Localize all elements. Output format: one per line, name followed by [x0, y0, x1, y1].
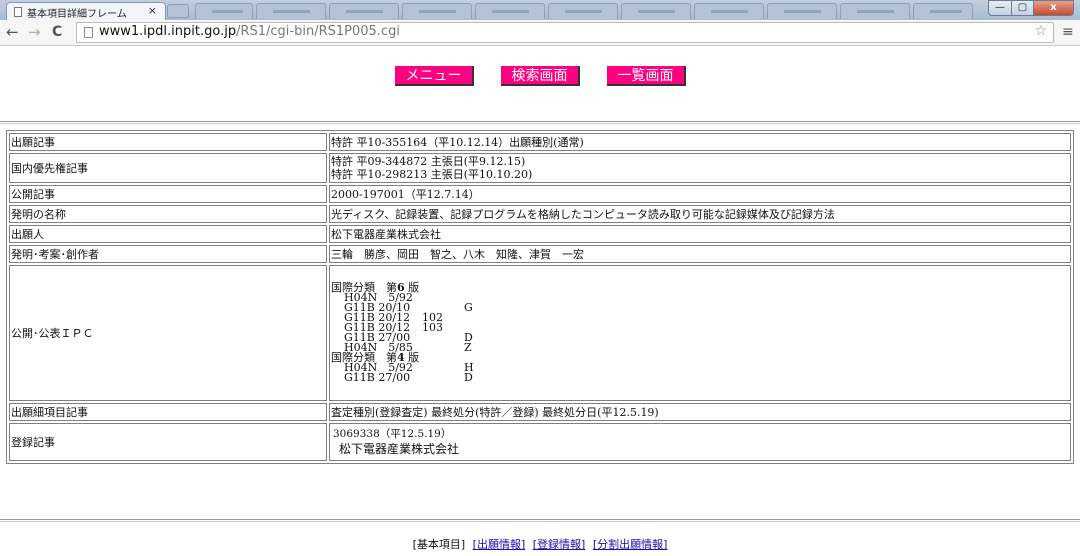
table-row: 公開･公表ＩＰＣ 国際分類 第6 版 H04N 5/92 G11B 20/10 G… [9, 265, 1071, 401]
table-row: 発明･考案･創作者 三輪 勝彦、岡田 智之、八木 知隆、津賀 一宏 [9, 245, 1071, 263]
browser-tab[interactable] [475, 3, 545, 19]
bookmark-star-icon[interactable]: ☆ [1034, 23, 1047, 39]
row-value: 松下電器産業株式会社 [329, 225, 1071, 243]
browser-tab[interactable] [767, 3, 837, 19]
browser-tab[interactable] [402, 3, 472, 19]
url-path: /RS1/cgi-bin/RS1P005.cgi [236, 24, 400, 39]
table-row: 発明の名称 光ディスク、記録装置、記録プログラムを格納したコンピュータ読み取り可… [9, 205, 1071, 223]
row-value: 2000-197001（平12.7.14） [329, 185, 1071, 203]
registration-number: 3069338（平12.5.19） [333, 428, 452, 440]
new-tab-button[interactable] [167, 4, 189, 18]
page-icon [84, 27, 93, 38]
ipc-entry: H04N 5/92 H [344, 361, 474, 374]
url-text: www1.ipdl.inpit.go.jp/RS1/cgi-bin/RS1P00… [99, 24, 400, 39]
row-value: 査定種別(登録査定) 最終処分(特許／登録) 最終処分日(平12.5.19) [329, 403, 1071, 421]
row-label: 出願記事 [9, 133, 327, 151]
table-row: 公開記事 2000-197001（平12.7.14） [9, 185, 1071, 203]
ipc-entry: G11B 27/00 D [344, 371, 473, 384]
row-value: 光ディスク、記録装置、記録プログラムを格納したコンピュータ読み取り可能な記録媒体… [329, 205, 1071, 223]
reload-icon[interactable]: C [52, 24, 62, 40]
browser-tab-active[interactable]: 基本項目詳細フレーム × [6, 2, 166, 20]
browser-tab[interactable] [329, 3, 399, 19]
minimize-button[interactable]: — [988, 0, 1012, 16]
tab-title: 基本項目詳細フレーム [27, 9, 127, 20]
table-row: 出願細項目記事 査定種別(登録査定) 最終処分(特許／登録) 最終処分日(平12… [9, 403, 1071, 421]
browser-tab[interactable] [694, 3, 764, 19]
ipc-entry: G11B 20/12 103 [344, 321, 443, 334]
url-host: www1.ipdl.inpit.go.jp [99, 24, 237, 39]
row-label: 出願細項目記事 [9, 403, 327, 421]
registration-info-link[interactable]: [登録情報] [533, 538, 586, 551]
browser-tab[interactable] [840, 3, 910, 19]
divider-top [0, 121, 1080, 123]
address-bar[interactable]: www1.ipdl.inpit.go.jp/RS1/cgi-bin/RS1P00… [76, 22, 1054, 43]
current-section-label: [基本項目] [412, 538, 466, 551]
maximize-button[interactable]: ▢ [1012, 0, 1034, 16]
row-value: 特許 平09-344872 主張日(平9.12.15) 特許 平10-29821… [329, 153, 1071, 183]
browser-toolbar: ← → C www1.ipdl.inpit.go.jp/RS1/cgi-bin/… [0, 20, 1080, 46]
row-value: 特許 平10-355164（平10.12.14）出願種別(通常) [329, 133, 1071, 151]
ipc-heading-edition-6: 国際分類 第6 版 [331, 281, 420, 294]
browser-tab[interactable] [195, 3, 253, 19]
page-button-bar: メニュー 検索画面 一覧画面 [0, 66, 1080, 86]
back-icon[interactable]: ← [6, 23, 19, 41]
list-screen-button[interactable]: 一覧画面 [607, 66, 686, 86]
row-label: 出願人 [9, 225, 327, 243]
ipc-classification-cell: 国際分類 第6 版 H04N 5/92 G11B 20/10 G G11B 20/… [329, 265, 1071, 401]
ipc-heading-edition-4: 国際分類 第4 版 [331, 351, 420, 364]
ipc-entry: H04N 5/92 [344, 291, 413, 304]
row-label: 発明･考案･創作者 [9, 245, 327, 263]
browser-tab[interactable] [548, 3, 618, 19]
row-value: 3069338（平12.5.19） 松下電器産業株式会社 [329, 423, 1071, 461]
table-row: 出願人 松下電器産業株式会社 [9, 225, 1071, 243]
registration-holder: 松下電器産業株式会社 [339, 442, 460, 456]
menu-button[interactable]: メニュー [395, 66, 474, 86]
row-label: 国内優先権記事 [9, 153, 327, 183]
row-label: 発明の名称 [9, 205, 327, 223]
priority-claim-1: 特許 平09-344872 主張日(平9.12.15) [331, 155, 526, 168]
table-row: 出願記事 特許 平10-355164（平10.12.14）出願種別(通常) [9, 133, 1071, 151]
search-screen-button[interactable]: 検索画面 [501, 66, 580, 86]
row-label: 登録記事 [9, 423, 327, 461]
row-value: 三輪 勝彦、岡田 智之、八木 知隆、津賀 一宏 [329, 245, 1071, 263]
browser-tab[interactable] [621, 3, 691, 19]
divider-bottom [0, 519, 1080, 521]
row-label: 公開･公表ＩＰＣ [9, 265, 327, 401]
forward-icon[interactable]: → [28, 23, 41, 41]
patent-detail-table: 出願記事 特許 平10-355164（平10.12.14）出願種別(通常) 国内… [6, 130, 1074, 464]
close-window-button[interactable]: x [1034, 0, 1074, 16]
footer-nav: [基本項目] [出願情報] [登録情報] [分割出願情報] [0, 536, 1080, 552]
browser-tab[interactable] [913, 3, 973, 19]
divisional-application-info-link[interactable]: [分割出願情報] [593, 538, 668, 551]
tab-close-icon[interactable]: × [148, 4, 157, 17]
table-row: 国内優先権記事 特許 平09-344872 主張日(平9.12.15) 特許 平… [9, 153, 1071, 183]
ipc-entry: G11B 27/00 D [344, 331, 473, 344]
window-titlebar: 基本項目詳細フレーム × — ▢ x [0, 0, 1080, 20]
page-icon [14, 7, 22, 17]
row-label: 公開記事 [9, 185, 327, 203]
table-row: 登録記事 3069338（平12.5.19） 松下電器産業株式会社 [9, 423, 1071, 461]
priority-claim-2: 特許 平10-298213 主張日(平10.10.20) [331, 168, 533, 181]
browser-tab[interactable] [256, 3, 326, 19]
browser-menu-icon[interactable]: ≡ [1062, 24, 1074, 40]
window-controls: — ▢ x [988, 0, 1074, 16]
ipc-entry: H04N 5/85 Z [344, 341, 472, 354]
application-info-link[interactable]: [出願情報] [473, 538, 526, 551]
